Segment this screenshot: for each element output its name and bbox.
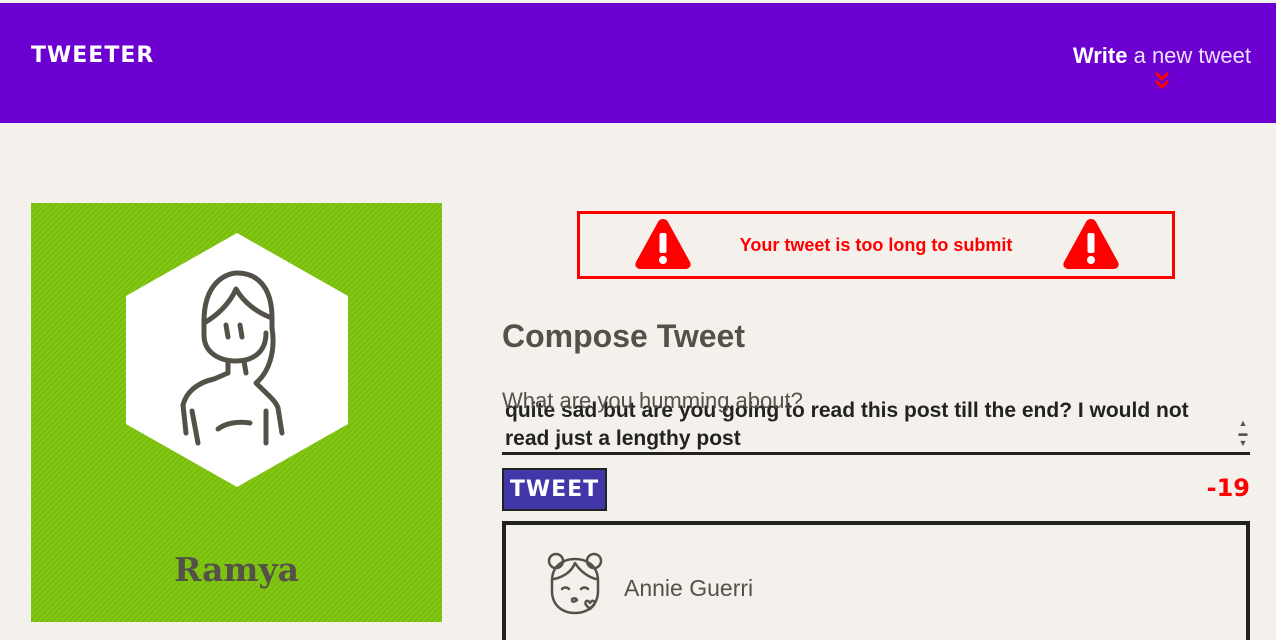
tweet-author-name: Annie Guerri (624, 575, 754, 601)
top-nav: TWEETER Write a new tweet (0, 3, 1276, 123)
textarea-scrollbar[interactable]: ▲ ▬ ▼ (1238, 418, 1248, 448)
error-banner: Your tweet is too long to submit (577, 211, 1175, 279)
compose-title: Compose Tweet (502, 318, 745, 354)
write-new-tweet-link[interactable]: Write a new tweet (1073, 43, 1251, 69)
profile-name: Ramya (173, 550, 300, 589)
profile-card: Ramya (31, 203, 442, 622)
brand-logo[interactable]: TWEETER (31, 43, 154, 68)
compose-label: What are you humming about? (502, 388, 803, 413)
write-link-strong: Write (1072, 43, 1128, 68)
girl-kiss-avatar-icon (547, 552, 603, 615)
tweet-text-line-2: read just a lengthy post (505, 427, 741, 450)
tweet-textarea[interactable]: quite sad but are you going to read this… (502, 384, 1250, 455)
char-counter: -19 (1206, 474, 1250, 502)
write-link-rest: a new tweet (1127, 43, 1251, 68)
double-chevron-down-icon[interactable] (1153, 70, 1171, 92)
tweet-button[interactable]: TWEET (502, 468, 607, 511)
woman-avatar-icon (126, 233, 348, 487)
warning-triangle-icon (1063, 219, 1119, 269)
tweet-card: Annie Guerri (502, 521, 1250, 640)
